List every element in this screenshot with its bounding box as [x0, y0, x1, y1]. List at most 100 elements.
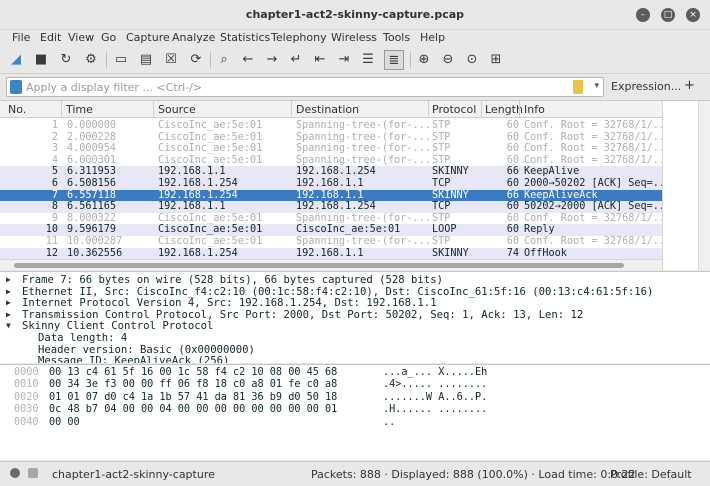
close-file-icon[interactable]: ☒: [161, 50, 181, 70]
column-divider[interactable]: [291, 101, 292, 118]
menu-file[interactable]: File: [12, 31, 30, 44]
column-divider[interactable]: [153, 101, 154, 118]
maximize-icon[interactable]: □: [661, 8, 675, 22]
byte-ascii[interactable]: .H...... ........: [383, 404, 487, 416]
expert-info-icon[interactable]: [10, 468, 20, 478]
detail-tree-row[interactable]: ▶ Ethernet II, Src: CiscoInc_f4:c2:10 (00…: [0, 286, 710, 298]
zoom-in-icon[interactable]: ⊕: [414, 50, 434, 70]
table-row[interactable]: 2 2.000228 CiscoInc_ae:5e:01 Spanning-tree-…: [0, 131, 662, 144]
byte-ascii[interactable]: .......W A..6..P.: [383, 392, 487, 404]
byte-offset[interactable]: 0010: [14, 379, 39, 391]
detail-tree-row[interactable]: ▼ Skinny Client Control Protocol: [0, 320, 710, 332]
close-icon[interactable]: ×: [686, 8, 700, 22]
display-filter-input[interactable]: Apply a display filter ... <Ctrl-/> ▾: [6, 77, 604, 97]
scrollbar-thumb[interactable]: [14, 263, 624, 268]
column-no[interactable]: No.: [8, 103, 26, 116]
detail-tree-row[interactable]: Message ID: KeepAliveAck (256): [0, 355, 710, 363]
zoom-out-icon[interactable]: ⊖: [438, 50, 458, 70]
minimize-icon[interactable]: –: [636, 8, 650, 22]
detail-tree-row[interactable]: ▶ Internet Protocol Version 4, Src: 192.1…: [0, 297, 710, 309]
column-info[interactable]: Info: [524, 103, 545, 116]
byte-offset[interactable]: 0040: [14, 417, 39, 429]
menu-edit[interactable]: Edit: [40, 31, 61, 44]
collapsed-arrow-icon[interactable]: ▶: [6, 297, 11, 309]
first-packet-icon[interactable]: ⇤: [310, 50, 330, 70]
byte-hex[interactable]: 00 34 3e f3 00 00 ff 06 f8 18 c0 a8 01 f…: [49, 379, 337, 391]
byte-hex[interactable]: 00 00: [49, 417, 80, 429]
column-source[interactable]: Source: [158, 103, 196, 116]
column-protocol[interactable]: Protocol: [432, 103, 476, 116]
column-divider[interactable]: [428, 101, 429, 118]
table-row[interactable]: 9 8.000322 CiscoInc_ae:5e:01 Spanning-tree-…: [0, 212, 662, 225]
byte-ascii[interactable]: ..: [383, 417, 395, 429]
table-row[interactable]: 6 6.508156 192.168.1.254 192.168.1.1 TCP 60 20…: [0, 178, 662, 190]
go-to-packet-icon[interactable]: ↵: [286, 50, 306, 70]
byte-ascii[interactable]: ...a_... X.....Eh: [383, 367, 487, 379]
save-file-icon[interactable]: ▤: [136, 50, 156, 70]
menu-telephony[interactable]: Telephony: [271, 31, 327, 44]
table-row[interactable]: 8 6.561165 192.168.1.1 192.168.1.254 TCP 60 50…: [0, 201, 662, 214]
restart-icon[interactable]: ↻: [56, 50, 76, 70]
go-back-arrow-icon[interactable]: ←: [238, 50, 258, 70]
go-forward-arrow-icon[interactable]: →: [262, 50, 282, 70]
table-row[interactable]: 4 6.000301 CiscoInc_ae:5e:01 Spanning-tree-…: [0, 154, 662, 167]
colorize-icon[interactable]: ≣: [384, 50, 404, 70]
expression-button[interactable]: Expression...: [611, 80, 681, 93]
detail-tree-row[interactable]: ▶ Frame 7: 66 bytes on wire (528 bits), 6…: [0, 274, 710, 286]
horizontal-scrollbar[interactable]: [0, 259, 662, 270]
reload-icon[interactable]: ⟳: [186, 50, 206, 70]
menu-statistics[interactable]: Statistics: [220, 31, 270, 44]
open-folder-icon[interactable]: ▭: [111, 50, 131, 70]
apply-filter-arrow-icon[interactable]: [573, 80, 583, 94]
options-gear-icon[interactable]: ⚙: [81, 50, 101, 70]
bookmark-icon[interactable]: [10, 80, 22, 94]
byte-offset[interactable]: 0000: [14, 367, 39, 379]
table-row[interactable]: 12 10.362556 192.168.1.254 192.168.1.1 SKINN…: [0, 247, 662, 260]
autoscroll-icon[interactable]: ☰: [358, 50, 378, 70]
find-magnifier-icon[interactable]: ⌕: [214, 50, 234, 70]
resize-columns-icon[interactable]: ⊞: [486, 50, 506, 70]
column-destination[interactable]: Destination: [296, 103, 359, 116]
detail-tree-row[interactable]: Header version: Basic (0x00000000): [0, 344, 710, 356]
table-row[interactable]: 10 9.596179 CiscoInc_ae:5e:01 CiscoInc_ae:5…: [0, 224, 662, 237]
column-divider[interactable]: [481, 101, 482, 118]
last-packet-icon[interactable]: ⇥: [334, 50, 354, 70]
menu-wireless[interactable]: Wireless: [331, 31, 377, 44]
menu-view[interactable]: View: [68, 31, 94, 44]
menu-capture[interactable]: Capture: [126, 31, 170, 44]
detail-tree-row[interactable]: Data length: 4: [0, 332, 710, 344]
vertical-scrollbar[interactable]: [698, 101, 710, 270]
menu-go[interactable]: Go: [101, 31, 116, 44]
detail-tree-row[interactable]: ▶ Transmission Control Protocol, Src Port…: [0, 309, 710, 321]
packet-minimap[interactable]: [662, 101, 698, 270]
column-length[interactable]: Length: [485, 103, 523, 116]
status-profile[interactable]: Profile: Default: [610, 468, 692, 481]
byte-hex[interactable]: 01 01 07 d0 c4 1a 1b 57 41 da 81 36 b9 d…: [49, 392, 337, 404]
byte-ascii[interactable]: .4>..... ........: [383, 379, 487, 391]
menu-help[interactable]: Help: [420, 31, 445, 44]
menu-tools[interactable]: Tools: [383, 31, 410, 44]
edit-comment-icon[interactable]: [28, 468, 38, 478]
byte-offset[interactable]: 0030: [14, 404, 39, 416]
stop-square-icon[interactable]: ■: [31, 50, 51, 70]
collapsed-arrow-icon[interactable]: ▶: [6, 274, 11, 286]
shark-fin-start-icon[interactable]: ◢: [6, 50, 26, 70]
collapsed-arrow-icon[interactable]: ▶: [6, 286, 11, 298]
byte-hex[interactable]: 0c 48 b7 04 00 00 04 00 00 00 00 00 00 0…: [49, 404, 337, 416]
collapsed-arrow-icon[interactable]: ▶: [6, 309, 11, 321]
expanded-arrow-icon[interactable]: ▼: [6, 320, 11, 332]
zoom-normal-icon[interactable]: ⊙: [462, 50, 482, 70]
byte-hex[interactable]: 00 13 c4 61 5f 16 00 1c 58 f4 c2 10 08 0…: [49, 367, 337, 379]
table-row[interactable]: 1 0.000000 CiscoInc_ae:5e:01 Spanning-tree-…: [0, 120, 662, 132]
table-row[interactable]: 11 10.000287 CiscoInc_ae:5e:01 Spanning-tre…: [0, 236, 662, 248]
add-filter-button[interactable]: +: [684, 78, 695, 93]
table-row[interactable]: 3 4.000954 CiscoInc_ae:5e:01 Spanning-tree-…: [0, 143, 662, 156]
byte-offset[interactable]: 0020: [14, 392, 39, 404]
column-time[interactable]: Time: [66, 103, 93, 116]
column-divider[interactable]: [61, 101, 62, 118]
table-row-selected[interactable]: 7 6.557118 192.168.1.254 192.168.1.1 SKINNY 6…: [0, 189, 662, 202]
menu-analyze[interactable]: Analyze: [172, 31, 215, 44]
chevron-down-icon[interactable]: ▾: [594, 81, 599, 91]
table-row[interactable]: 5 6.311953 192.168.1.1 192.168.1.254 SKINNY 6…: [0, 166, 662, 179]
column-divider[interactable]: [519, 101, 520, 118]
